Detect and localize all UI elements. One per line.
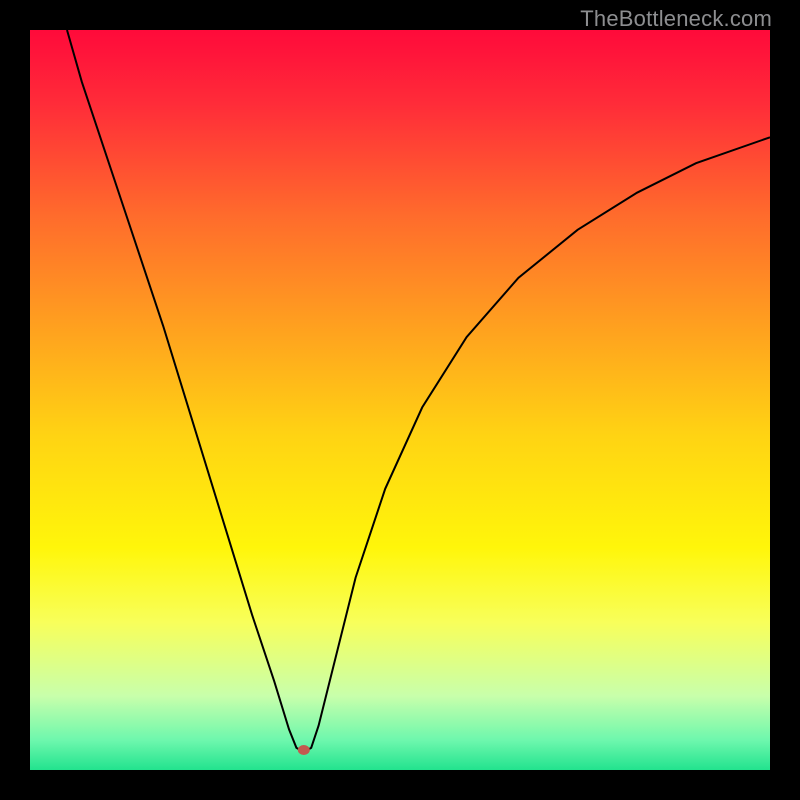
chart-svg xyxy=(30,30,770,770)
plot-area xyxy=(30,30,770,770)
chart-frame: TheBottleneck.com xyxy=(0,0,800,800)
optimum-marker xyxy=(298,745,310,755)
gradient-background xyxy=(30,30,770,770)
watermark-text: TheBottleneck.com xyxy=(580,6,772,32)
